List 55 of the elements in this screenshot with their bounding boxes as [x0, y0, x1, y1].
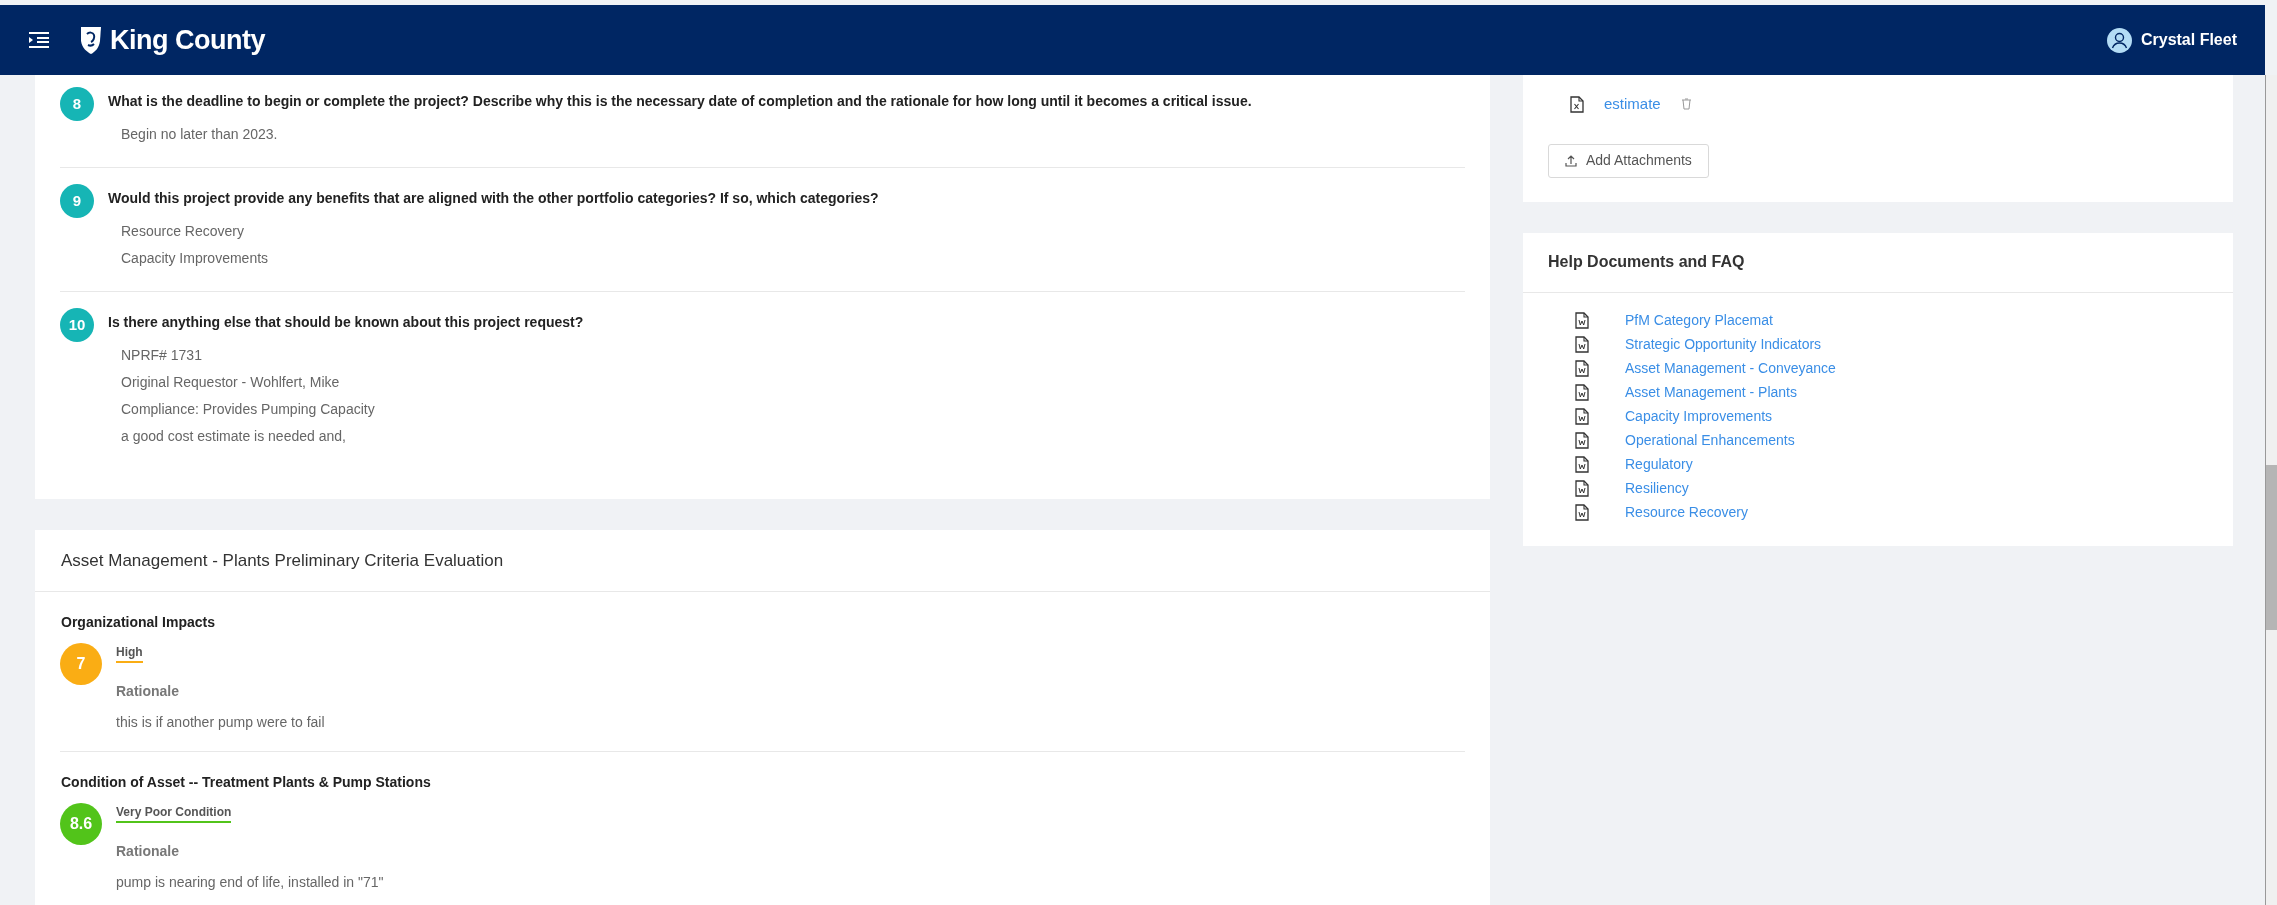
question-text: What is the deadline to begin or complete the project? Describe why this is the necessary date of completion and the rationale for how long until it becomes a critical issue.	[108, 92, 1252, 111]
card-title: Help Documents and FAQ	[1548, 252, 1745, 272]
score-badge: 8.6	[60, 803, 102, 845]
help-document-link[interactable]: Resiliency	[1625, 478, 1689, 499]
answer-text: a good cost estimate is needed and,	[121, 427, 347, 446]
rating-label: High	[116, 643, 143, 663]
document-icon	[1575, 480, 1589, 497]
score-badge: 7	[60, 643, 102, 685]
user-name[interactable]: Crystal Fleet	[2140, 28, 2237, 52]
document-icon	[1575, 360, 1589, 377]
scrollbar-thumb[interactable]	[2266, 465, 2277, 630]
help-document-link[interactable]: Asset Management - Conveyance	[1625, 358, 1836, 379]
document-icon	[1575, 384, 1589, 401]
rating-label: Very Poor Condition	[116, 803, 232, 823]
help-document-link[interactable]: Asset Management - Plants	[1625, 382, 1797, 403]
answer-text: Original Requestor - Wohlfert, Mike	[121, 373, 341, 392]
answer-text: NPRF# 1731	[121, 346, 203, 365]
criterion-name: Condition of Asset -- Treatment Plants & Pump Stations	[61, 773, 432, 792]
scrollbar[interactable]	[2265, 75, 2277, 905]
document-icon	[1575, 504, 1589, 521]
document-icon	[1575, 312, 1589, 329]
question-text: Would this project provide any benefits that are aligned with the other portfolio categories? If so, which categories?	[108, 189, 879, 208]
answer-text: Compliance: Provides Pumping Capacity	[121, 400, 376, 419]
document-icon	[1575, 336, 1589, 353]
help-document-link[interactable]: Capacity Improvements	[1625, 406, 1773, 427]
rationale-label: Rationale	[116, 682, 180, 701]
question-number: 8	[60, 87, 94, 121]
help-document-link[interactable]: Strategic Opportunity Indicators	[1625, 334, 1822, 355]
help-document-link[interactable]: PfM Category Placemat	[1625, 310, 1773, 331]
document-icon	[1575, 432, 1589, 449]
answer-text: Resource Recovery	[121, 222, 245, 241]
document-icon	[1575, 456, 1589, 473]
rationale-label: Rationale	[116, 842, 180, 861]
rationale-text: pump is nearing end of life, installed in "71"	[116, 873, 384, 892]
question-number: 9	[60, 184, 94, 218]
rationale-text: this is if another pump were to fail	[116, 713, 325, 732]
upload-icon	[1565, 154, 1577, 167]
delete-icon[interactable]	[1680, 98, 1692, 111]
answer-text: Begin no later than 2023.	[121, 125, 279, 144]
add-attachments-button[interactable]: Add Attachments	[1548, 143, 1709, 178]
attachment-link[interactable]: estimate	[1604, 93, 1661, 116]
card-title: Asset Management - Plants Preliminary Criteria Evaluation	[61, 549, 504, 572]
help-document-link[interactable]: Resource Recovery	[1625, 502, 1748, 523]
document-icon	[1570, 95, 1584, 113]
help-document-link[interactable]: Regulatory	[1625, 454, 1693, 475]
question-text: Is there anything else that should be known about this project request?	[108, 313, 584, 332]
question-number: 10	[60, 308, 94, 342]
document-icon	[1575, 408, 1589, 425]
help-document-link[interactable]: Operational Enhancements	[1625, 430, 1795, 451]
brand-name: King County	[110, 23, 265, 57]
answer-text: Capacity Improvements	[121, 249, 270, 268]
criterion-name: Organizational Impacts	[61, 613, 217, 632]
user-avatar-icon[interactable]	[2106, 27, 2132, 53]
logo-icon	[78, 25, 104, 55]
menu-icon[interactable]	[28, 31, 50, 49]
